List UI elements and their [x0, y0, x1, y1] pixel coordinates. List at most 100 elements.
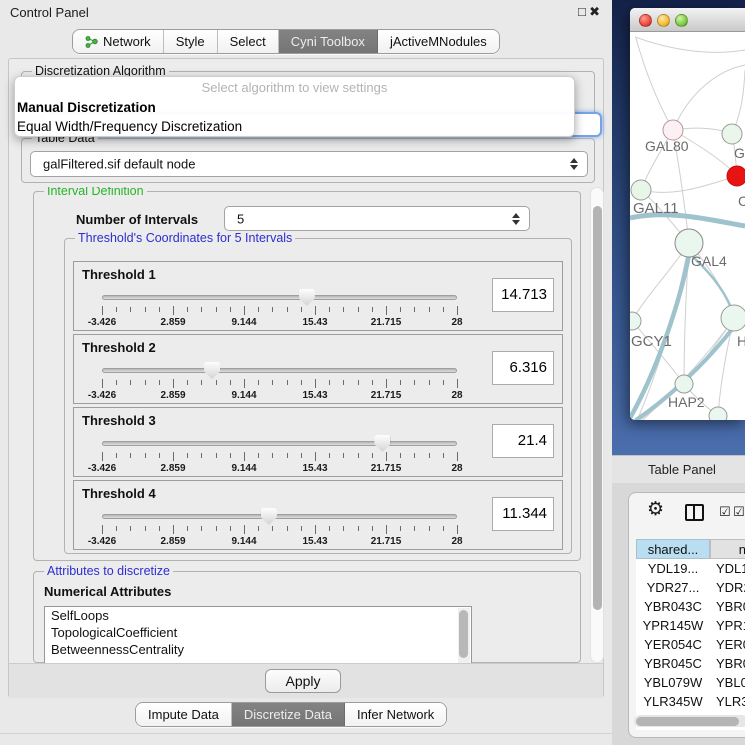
table-panel-titlebar: Table Panel [612, 455, 745, 483]
table-row[interactable]: YPR145WYPR1 [636, 616, 745, 635]
close-traffic-light-icon[interactable] [639, 14, 652, 27]
table-row[interactable]: YDL19...YDL1 [636, 559, 745, 578]
numerical-attributes-list: SelfLoops TopologicalCoefficient Between… [44, 606, 472, 663]
slider-ticks [102, 452, 457, 462]
cyni-panel: Discretization Algorithm Table Data galF… [8, 58, 604, 698]
tab-network-label: Network [103, 34, 151, 49]
combo-arrows-icon [569, 158, 578, 170]
minimize-traffic-light-icon[interactable] [657, 14, 670, 27]
threshold-1-card: Threshold 1 -3.4262.8599.14415.4321.7152… [73, 261, 563, 331]
zoom-traffic-light-icon[interactable] [675, 14, 688, 27]
threshold-4-value-field[interactable]: 11.344 [492, 497, 554, 531]
slider-tick-labels: -3.4262.8599.14415.4321.71528 [102, 317, 457, 329]
table-row[interactable]: YDR27...YDR2 [636, 578, 745, 597]
threshold-4-label: Threshold 4 [82, 486, 156, 501]
node-table-card: ⚙ ☑ ☑ shared... na YDL19...YDL1 YDR27...… [628, 492, 745, 738]
dropdown-prompt: Select algorithm to view settings [15, 77, 574, 98]
apply-button[interactable]: Apply [265, 669, 341, 693]
slider-track [102, 295, 457, 300]
number-of-intervals-combobox[interactable]: 5 [224, 206, 530, 231]
table-row[interactable]: YBR043CYBR0 [636, 597, 745, 616]
scrollbar-thumb[interactable] [459, 610, 468, 658]
slider-thumb[interactable] [204, 362, 220, 379]
numerical-attributes-label: Numerical Attributes [44, 584, 171, 599]
network-window-titlebar[interactable] [630, 8, 745, 32]
list-item[interactable]: TopologicalCoefficient [45, 624, 471, 641]
threshold-1-slider[interactable]: -3.4262.8599.14415.4321.71528 [102, 290, 457, 330]
gear-icon[interactable]: ⚙ [647, 500, 664, 519]
network-canvas[interactable]: GAL80 GA C GAL11 GAL4 GCY1 H HAP2 [630, 32, 745, 420]
slider-thumb[interactable] [261, 508, 277, 525]
float-window-icon[interactable]: □ [578, 4, 586, 19]
split-columns-icon[interactable] [685, 504, 704, 521]
threshold-4-slider[interactable]: -3.4262.8599.14415.4321.71528 [102, 509, 457, 549]
node-label-c: C [738, 193, 745, 209]
close-icon[interactable]: ✖ [589, 4, 600, 20]
node-gal80[interactable] [663, 120, 683, 140]
threshold-1-label: Threshold 1 [82, 267, 156, 282]
list-item[interactable]: SelfLoops [45, 607, 471, 624]
node-attribute-table: shared... na YDL19...YDL1 YDR27...YDR2 Y… [636, 539, 745, 730]
table-row[interactable]: YBR045CYBR0 [636, 654, 745, 673]
network-graph: GAL80 GA C GAL11 GAL4 GCY1 H HAP2 [630, 32, 745, 420]
slider-tick-labels: -3.4262.8599.14415.4321.71528 [102, 390, 457, 402]
network-view-window[interactable]: GAL80 GA C GAL11 GAL4 GCY1 H HAP2 [630, 8, 745, 420]
table-row[interactable]: YLR345WYLR3 [636, 692, 745, 711]
dropdown-option-equal-width[interactable]: Equal Width/Frequency Discretization [15, 117, 574, 136]
attributes-group: Attributes to discretize Numerical Attri… [33, 571, 581, 663]
table-horizontal-scrollbar[interactable] [634, 715, 745, 727]
table-row[interactable]: YBL079WYBL0 [636, 673, 745, 692]
table-data-combobox[interactable]: galFiltered.sif default node [30, 151, 588, 177]
node-label-gal11: GAL11 [633, 200, 679, 217]
tab-infer-network[interactable]: Infer Network [345, 703, 446, 726]
apply-bar: Apply [9, 663, 603, 698]
screenshot-root: Control Panel □ ✖ Network Style Select C… [0, 0, 745, 745]
slider-thumb[interactable] [374, 435, 390, 452]
tab-jactivemnodules[interactable]: jActiveMNodules [378, 30, 499, 53]
threshold-3-slider[interactable]: -3.4262.8599.14415.4321.71528 [102, 436, 457, 476]
thresholds-group-title: Threshold's Coordinates for 5 Intervals [75, 231, 295, 245]
node-bottom-partial[interactable] [709, 407, 727, 420]
table-panel-body: ⚙ ☑ ☑ shared... na YDL19...YDL1 YDR27...… [612, 483, 745, 745]
column-header-shared-name[interactable]: shared... [636, 539, 710, 559]
interval-definition-group: Interval Definition Number of Intervals … [33, 191, 581, 561]
threshold-3-value-field[interactable]: 21.4 [492, 424, 554, 458]
list-item[interactable]: BetweennessCentrality [45, 641, 471, 658]
node-gcy1[interactable] [630, 312, 641, 330]
node-ga-partial[interactable] [722, 124, 742, 144]
scrollbar-thumb[interactable] [593, 206, 602, 610]
table-data-value: galFiltered.sif default node [43, 157, 195, 172]
slider-track [102, 368, 457, 373]
tab-select[interactable]: Select [218, 30, 279, 53]
network-edges [630, 37, 745, 420]
node-gal11[interactable] [631, 180, 651, 200]
dropdown-option-manual[interactable]: Manual Discretization [15, 98, 574, 117]
table-row[interactable]: YER054CYER0 [636, 635, 745, 654]
interval-definition-title: Interval Definition [44, 187, 147, 198]
node-hap2[interactable] [675, 375, 693, 393]
tab-style[interactable]: Style [164, 30, 218, 53]
slider-thumb[interactable] [299, 289, 315, 306]
tab-cyni-toolbox[interactable]: Cyni Toolbox [279, 30, 378, 53]
list-scrollbar[interactable] [458, 608, 470, 663]
node-selected-red[interactable] [727, 166, 745, 186]
panel-scrollbar[interactable] [590, 187, 604, 663]
threshold-3-card: Threshold 3 -3.4262.8599.14415.4321.7152… [73, 407, 563, 477]
tab-discretize-data[interactable]: Discretize Data [232, 703, 345, 726]
select-checkbox-icon[interactable]: ☑ [719, 505, 731, 518]
scrollbar-thumb[interactable] [636, 717, 739, 726]
select-checkbox-icon[interactable]: ☑ [733, 505, 745, 518]
threshold-2-value-field[interactable]: 6.316 [492, 351, 554, 385]
control-panel-tabs: Network Style Select Cyni Toolbox jActiv… [72, 29, 500, 54]
column-header-name[interactable]: na [710, 539, 745, 559]
node-h-partial[interactable] [721, 305, 745, 331]
cyni-mode-tabs: Impute Data Discretize Data Infer Networ… [135, 702, 447, 727]
slider-ticks [102, 306, 457, 316]
node-label-gal80: GAL80 [645, 138, 689, 154]
threshold-1-value-field[interactable]: 14.713 [492, 278, 554, 312]
thresholds-group: Threshold's Coordinates for 5 Intervals … [64, 238, 572, 554]
tab-network[interactable]: Network [73, 30, 164, 53]
threshold-2-slider[interactable]: -3.4262.8599.14415.4321.71528 [102, 363, 457, 403]
table-panel-title: Table Panel [648, 462, 716, 477]
tab-impute-data[interactable]: Impute Data [136, 703, 232, 726]
